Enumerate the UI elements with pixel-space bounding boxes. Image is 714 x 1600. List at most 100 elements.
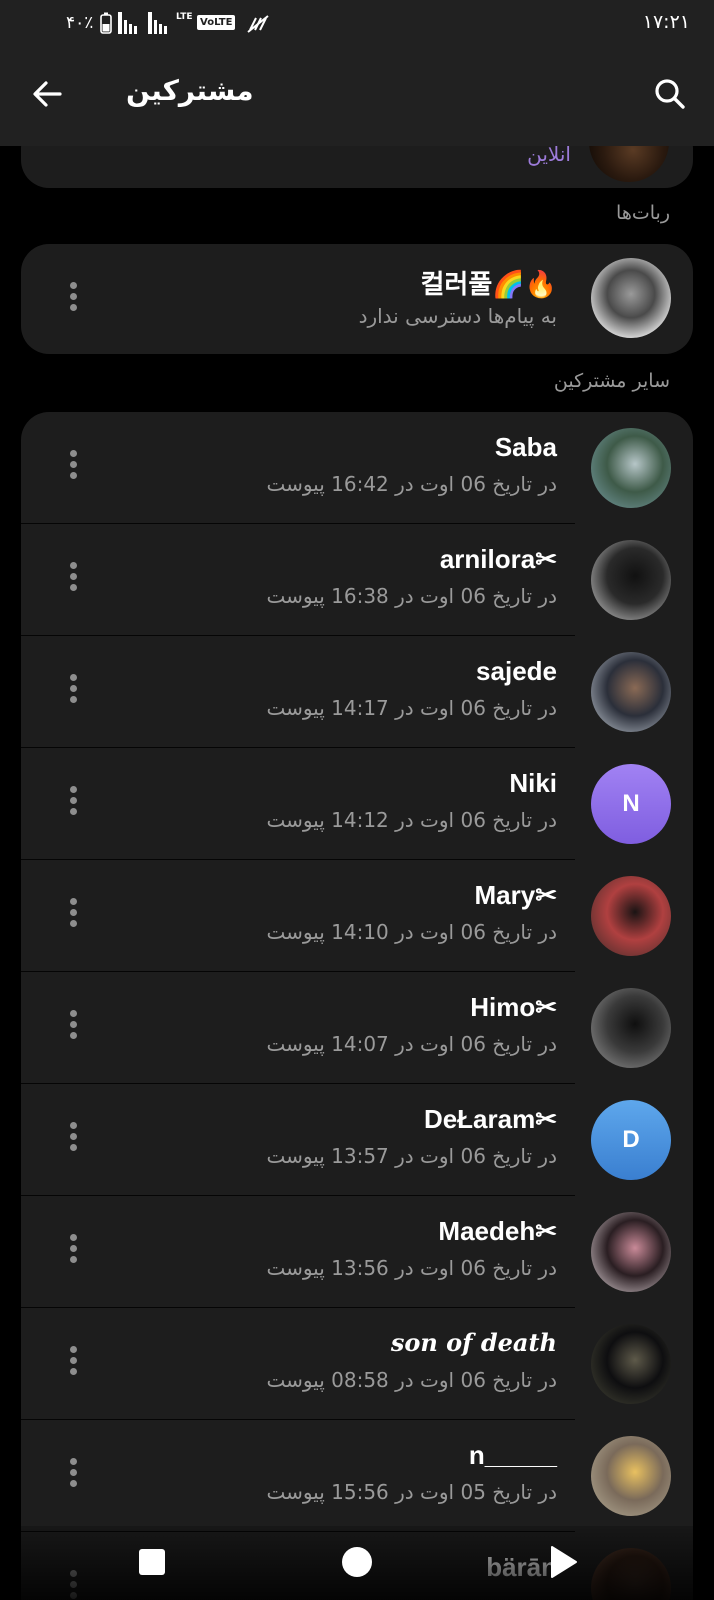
more-options-button[interactable] xyxy=(61,898,85,934)
member-joined-date: در تاریخ 06 اوت در 13:56 پیوست xyxy=(266,1256,557,1280)
volte-badge: VoLTE xyxy=(197,15,236,30)
section-header-bots: ربات‌ها xyxy=(616,202,670,224)
dot-icon xyxy=(70,1480,77,1487)
member-name: Maedeh✂ xyxy=(438,1216,557,1246)
page-title: مشترکین xyxy=(126,74,254,107)
circle-icon xyxy=(342,1547,372,1577)
more-options-button[interactable] xyxy=(61,1010,85,1046)
dot-icon xyxy=(70,696,77,703)
dot-icon xyxy=(70,461,77,468)
avatar xyxy=(591,1436,671,1516)
members-card: Saba در تاریخ 06 اوت در 16:42 پیوست arnilo… xyxy=(21,412,693,1600)
member-joined-date: در تاریخ 06 اوت در 14:10 پیوست xyxy=(266,920,557,944)
member-name: n_____ xyxy=(468,1440,557,1470)
member-name: DeŁaram✂ xyxy=(423,1104,557,1134)
triangle-icon xyxy=(551,1546,577,1578)
avatar: D xyxy=(591,1100,671,1180)
dot-icon xyxy=(70,304,77,311)
member-name: sajede xyxy=(476,656,557,686)
member-row[interactable]: Mary✂ در تاریخ 06 اوت در 14:10 پیوست xyxy=(21,860,693,972)
member-row[interactable]: Maedeh✂ در تاریخ 06 اوت در 13:56 پیوست xyxy=(21,1196,693,1308)
dot-icon xyxy=(70,1469,77,1476)
member-joined-date: در تاریخ 06 اوت در 08:58 پیوست xyxy=(266,1368,557,1392)
more-options-button[interactable] xyxy=(61,786,85,822)
dot-icon xyxy=(70,1234,77,1241)
avatar xyxy=(591,988,671,1068)
dot-icon xyxy=(70,786,77,793)
no-data-icon xyxy=(247,15,269,33)
member-name: Himo✂ xyxy=(470,992,557,1022)
dot-icon xyxy=(70,573,77,580)
avatar xyxy=(591,258,671,338)
member-name: Saba xyxy=(494,432,557,462)
member-joined-date: در تاریخ 06 اوت در 14:07 پیوست xyxy=(266,1032,557,1056)
bot-name: 컬러풀🌈🔥 xyxy=(420,269,557,299)
avatar-initial: N xyxy=(622,790,640,817)
member-joined-date: در تاریخ 06 اوت در 16:38 پیوست xyxy=(266,584,557,608)
dot-icon xyxy=(70,1122,77,1129)
avatar-initial: D xyxy=(622,1126,640,1153)
system-nav-bar xyxy=(0,1526,714,1600)
dot-icon xyxy=(70,562,77,569)
dot-icon xyxy=(70,797,77,804)
dot-icon xyxy=(70,1144,77,1151)
dot-icon xyxy=(70,909,77,916)
member-row[interactable]: n_____ در تاریخ 05 اوت در 15:56 پیوست xyxy=(21,1420,693,1532)
more-options-button[interactable] xyxy=(61,450,85,486)
member-row[interactable]: N Niki در تاریخ 06 اوت در 14:12 پیوست xyxy=(21,748,693,860)
member-joined-date: در تاریخ 05 اوت در 15:56 پیوست xyxy=(266,1480,557,1504)
more-options-button[interactable] xyxy=(61,1122,85,1158)
dot-icon xyxy=(70,1021,77,1028)
more-options-button[interactable] xyxy=(61,282,85,318)
member-joined-date: در تاریخ 06 اوت در 14:12 پیوست xyxy=(266,808,557,832)
member-row[interactable]: D DeŁaram✂ در تاریخ 06 اوت در 13:57 پیوست xyxy=(21,1084,693,1196)
member-joined-date: در تاریخ 06 اوت در 13:57 پیوست xyxy=(266,1144,557,1168)
member-row[interactable]: Himo✂ در تاریخ 06 اوت در 14:07 پیوست xyxy=(21,972,693,1084)
avatar xyxy=(591,1212,671,1292)
battery-percent: ۴۰٪ xyxy=(66,13,94,33)
dot-icon xyxy=(70,685,77,692)
member-name: Niki xyxy=(509,768,557,798)
avatar xyxy=(591,876,671,956)
arrow-left-icon xyxy=(33,81,62,107)
dot-icon xyxy=(70,282,77,289)
dot-icon xyxy=(70,450,77,457)
battery-icon xyxy=(100,12,112,34)
member-name: Mary✂ xyxy=(474,880,557,910)
more-options-button[interactable] xyxy=(61,674,85,710)
more-options-button[interactable] xyxy=(61,562,85,598)
member-name: son of death xyxy=(390,1328,557,1357)
dot-icon xyxy=(70,293,77,300)
member-row[interactable]: son of death در تاریخ 06 اوت در 08:58 پیو… xyxy=(21,1308,693,1420)
recents-button[interactable] xyxy=(130,1540,174,1584)
signal-1-icon xyxy=(118,12,137,34)
avatar xyxy=(591,540,671,620)
member-joined-date: در تاریخ 06 اوت در 14:17 پیوست xyxy=(266,696,557,720)
dot-icon xyxy=(70,920,77,927)
avatar xyxy=(591,428,671,508)
search-button[interactable] xyxy=(648,72,692,116)
member-row[interactable]: sajede در تاریخ 06 اوت در 14:17 پیوست xyxy=(21,636,693,748)
square-icon xyxy=(139,1549,165,1575)
bot-row[interactable]: 컬러풀🌈🔥 به پیام‌ها دسترسی ندارد xyxy=(21,244,693,354)
home-button[interactable] xyxy=(335,1540,379,1584)
back-nav-button[interactable] xyxy=(540,1540,584,1584)
bots-card: 컬러풀🌈🔥 به پیام‌ها دسترسی ندارد xyxy=(21,244,693,354)
dot-icon xyxy=(70,1458,77,1465)
dot-icon xyxy=(70,1032,77,1039)
back-button[interactable] xyxy=(26,72,70,116)
member-row[interactable]: Saba در تاریخ 06 اوت در 16:42 پیوست xyxy=(21,412,693,524)
dot-icon xyxy=(70,674,77,681)
more-options-button[interactable] xyxy=(61,1234,85,1270)
dot-icon xyxy=(70,1010,77,1017)
avatar xyxy=(591,1324,671,1404)
dot-icon xyxy=(70,1256,77,1263)
more-options-button[interactable] xyxy=(61,1458,85,1494)
status-time: ۱۷:۲۱ xyxy=(642,11,690,33)
member-row[interactable]: arnilora✂ در تاریخ 06 اوت در 16:38 پیوست xyxy=(21,524,693,636)
bot-subtitle: به پیام‌ها دسترسی ندارد xyxy=(358,304,557,328)
more-options-button[interactable] xyxy=(61,1346,85,1382)
member-joined-date: در تاریخ 06 اوت در 16:42 پیوست xyxy=(266,472,557,496)
search-icon xyxy=(655,79,685,109)
signal-2-icon xyxy=(148,12,167,34)
